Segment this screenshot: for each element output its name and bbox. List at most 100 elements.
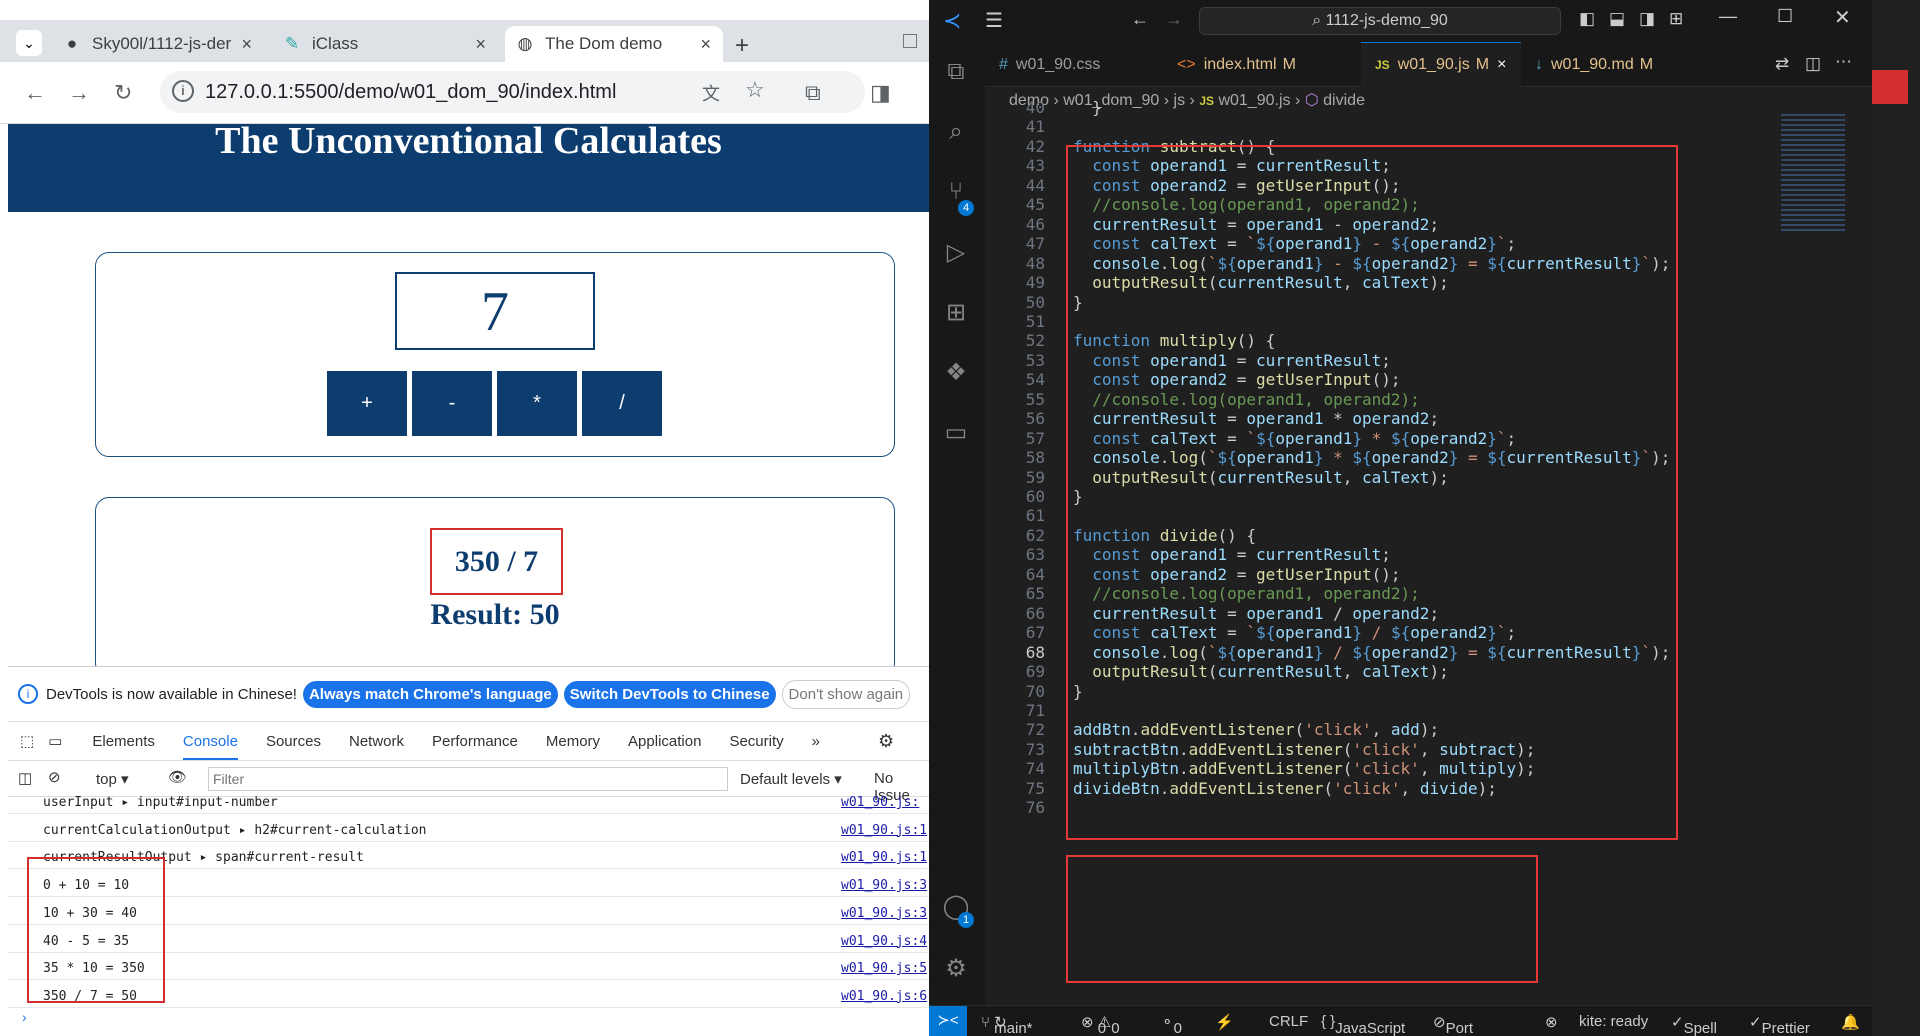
tab-security[interactable]: Security xyxy=(729,733,783,750)
more-tabs-icon[interactable]: » xyxy=(812,733,820,750)
log-source-link[interactable]: w01_90.js:3 xyxy=(841,878,927,893)
close-icon[interactable]: ✕ xyxy=(1834,5,1851,30)
log-source-link[interactable]: w01_90.js: xyxy=(841,795,919,810)
close-icon[interactable]: × xyxy=(241,34,252,55)
line-number: 43 xyxy=(1025,156,1045,176)
python-icon[interactable]: ❖ xyxy=(941,358,971,388)
live-server-item[interactable]: ⊘ Port : 5500 xyxy=(1433,1013,1473,1036)
tab-elements[interactable]: Elements xyxy=(92,733,155,750)
extensions-icon[interactable]: ⧉ xyxy=(805,80,821,106)
maximize-icon[interactable]: ☐ xyxy=(1777,6,1793,27)
tab-html[interactable]: <> index.html M xyxy=(1163,42,1361,87)
number-input[interactable]: 7 xyxy=(395,272,595,350)
menu-icon[interactable]: ☰ xyxy=(985,8,1003,33)
tab-sources[interactable]: Sources xyxy=(266,733,321,750)
translate-icon[interactable]: 文 xyxy=(702,80,720,106)
split-editor-icon[interactable]: ◫ xyxy=(1805,54,1821,74)
tab-performance[interactable]: Performance xyxy=(432,733,518,750)
tab-application[interactable]: Application xyxy=(628,733,701,750)
eye-icon[interactable]: 👁 xyxy=(168,768,187,786)
compare-changes-icon[interactable]: ⇄ xyxy=(1775,54,1789,74)
run-debug-icon[interactable]: ▷ xyxy=(941,238,971,268)
multiply-button[interactable]: * xyxy=(497,371,577,436)
switch-language-button[interactable]: Switch DevTools to Chinese xyxy=(563,680,776,708)
address-bar[interactable]: i 127.0.0.1:5500/demo/w01_dom_90/index.h… xyxy=(160,71,865,113)
log-source-link[interactable]: w01_90.js:5 xyxy=(841,961,927,976)
prettier-item[interactable]: ✓ Prettier xyxy=(1749,1013,1810,1036)
line-number: 73 xyxy=(1025,739,1045,759)
log-source-link[interactable]: w01_90.js:1 xyxy=(841,850,927,865)
context-select[interactable]: top ▾ xyxy=(96,770,129,788)
bell-icon[interactable]: 🔔 xyxy=(1841,1013,1860,1031)
back-icon[interactable]: ← xyxy=(1131,9,1149,30)
log-source-link[interactable]: w01_90.js:4 xyxy=(841,934,927,949)
line-number: 46 xyxy=(1025,214,1045,234)
subtract-button[interactable]: - xyxy=(412,371,492,436)
add-button[interactable]: + xyxy=(327,371,407,436)
console-filter-input[interactable] xyxy=(208,767,728,791)
lightning-icon[interactable]: ⚡ xyxy=(1215,1013,1234,1031)
log-source-link[interactable]: w01_90.js:3 xyxy=(841,906,927,921)
log-source-link[interactable]: w01_90.js:6 xyxy=(841,989,927,1004)
side-panel-icon[interactable]: ◨ xyxy=(870,80,891,106)
forward-icon[interactable]: → xyxy=(68,80,90,106)
tab-js[interactable]: JS w01_90.js M × xyxy=(1361,42,1521,87)
clear-console-icon[interactable]: ⊘ xyxy=(48,768,61,786)
remote-explorer-icon[interactable]: ▭ xyxy=(941,418,971,448)
console-prompt-icon[interactable]: › xyxy=(22,1009,27,1025)
tab-css[interactable]: # w01_90.css xyxy=(985,42,1163,87)
tab-search-button[interactable]: ⌄ xyxy=(16,30,42,56)
layout-panel-icon[interactable]: ⬓ xyxy=(1609,9,1625,29)
remote-indicator[interactable]: ≻< xyxy=(929,1006,967,1036)
minimize-icon[interactable]: — xyxy=(1719,6,1737,27)
spell-item[interactable]: ✓ Spell xyxy=(1671,1013,1717,1036)
close-icon[interactable]: × xyxy=(700,34,711,55)
tab-console[interactable]: Console xyxy=(182,733,238,760)
activity-bar: ⧉ ⌕ ⑂ 4 ▷ ⊞ ❖ ▭ ◯ 1 ⚙ xyxy=(929,42,985,1005)
site-info-icon[interactable]: i xyxy=(172,80,194,102)
tab-memory[interactable]: Memory xyxy=(546,733,600,750)
inspect-icon[interactable]: ⬚ xyxy=(20,732,34,750)
customize-layout-icon[interactable]: ⊞ xyxy=(1669,9,1683,29)
tab-md[interactable]: ↓ w01_90.md M xyxy=(1521,42,1691,87)
notifications-off-icon[interactable]: ⊗ xyxy=(1545,1013,1558,1031)
new-tab-button[interactable]: + xyxy=(735,32,749,60)
ports-item[interactable]: ⚬ 0 xyxy=(1161,1013,1182,1036)
back-icon[interactable]: ← xyxy=(24,80,46,106)
manage-gear-icon[interactable]: ⚙ xyxy=(941,954,971,984)
git-branch-item[interactable]: ⑂ main* ↻ xyxy=(981,1013,1033,1036)
divide-button[interactable]: / xyxy=(582,371,662,436)
match-language-button[interactable]: Always match Chrome's language xyxy=(302,680,558,708)
close-icon[interactable]: × xyxy=(475,34,486,55)
window-restore-icon[interactable] xyxy=(903,34,917,48)
kite-item[interactable]: kite: ready xyxy=(1579,1013,1648,1030)
more-actions-icon[interactable]: ⋯ xyxy=(1835,52,1852,72)
explorer-icon[interactable]: ⧉ xyxy=(941,58,971,88)
reload-icon[interactable]: ↻ xyxy=(114,80,132,106)
forward-icon[interactable]: → xyxy=(1165,9,1183,30)
line-number: 62 xyxy=(1025,525,1045,545)
settings-gear-icon[interactable]: ⚙ xyxy=(878,731,894,752)
layout-secondary-icon[interactable]: ◨ xyxy=(1639,9,1655,29)
extensions-icon[interactable]: ⊞ xyxy=(941,298,971,328)
tab-network[interactable]: Network xyxy=(349,733,404,750)
language-item[interactable]: { } JavaScript xyxy=(1321,1013,1405,1036)
tab-dom-demo[interactable]: ◍ The Dom demo × xyxy=(505,26,723,62)
minimap[interactable] xyxy=(1781,110,1851,270)
eol-item[interactable]: CRLF xyxy=(1269,1013,1308,1030)
bookmark-star-icon[interactable]: ☆ xyxy=(745,77,765,103)
sidebar-toggle-icon[interactable]: ◫ xyxy=(18,769,32,787)
dont-show-again-button[interactable]: Don't show again xyxy=(781,679,911,709)
log-source-link[interactable]: w01_90.js:1 xyxy=(841,823,927,838)
command-center[interactable]: ⌕ 1112-js-demo_90 xyxy=(1199,7,1561,35)
line-number: 67 xyxy=(1025,623,1045,643)
tab-iclass[interactable]: ✎ iClass × xyxy=(272,26,498,62)
log-levels-select[interactable]: Default levels ▾ xyxy=(740,770,842,788)
tab-github[interactable]: ● Sky00l/1112-js-der × xyxy=(52,26,264,62)
line-number: 71 xyxy=(1025,700,1045,720)
device-toggle-icon[interactable]: ▭ xyxy=(48,732,62,750)
layout-sidebar-icon[interactable]: ◧ xyxy=(1579,9,1595,29)
close-icon[interactable]: × xyxy=(1497,56,1506,74)
search-icon[interactable]: ⌕ xyxy=(941,118,971,148)
problems-item[interactable]: ⊗ 0 ⚠ 0 xyxy=(1081,1013,1120,1036)
